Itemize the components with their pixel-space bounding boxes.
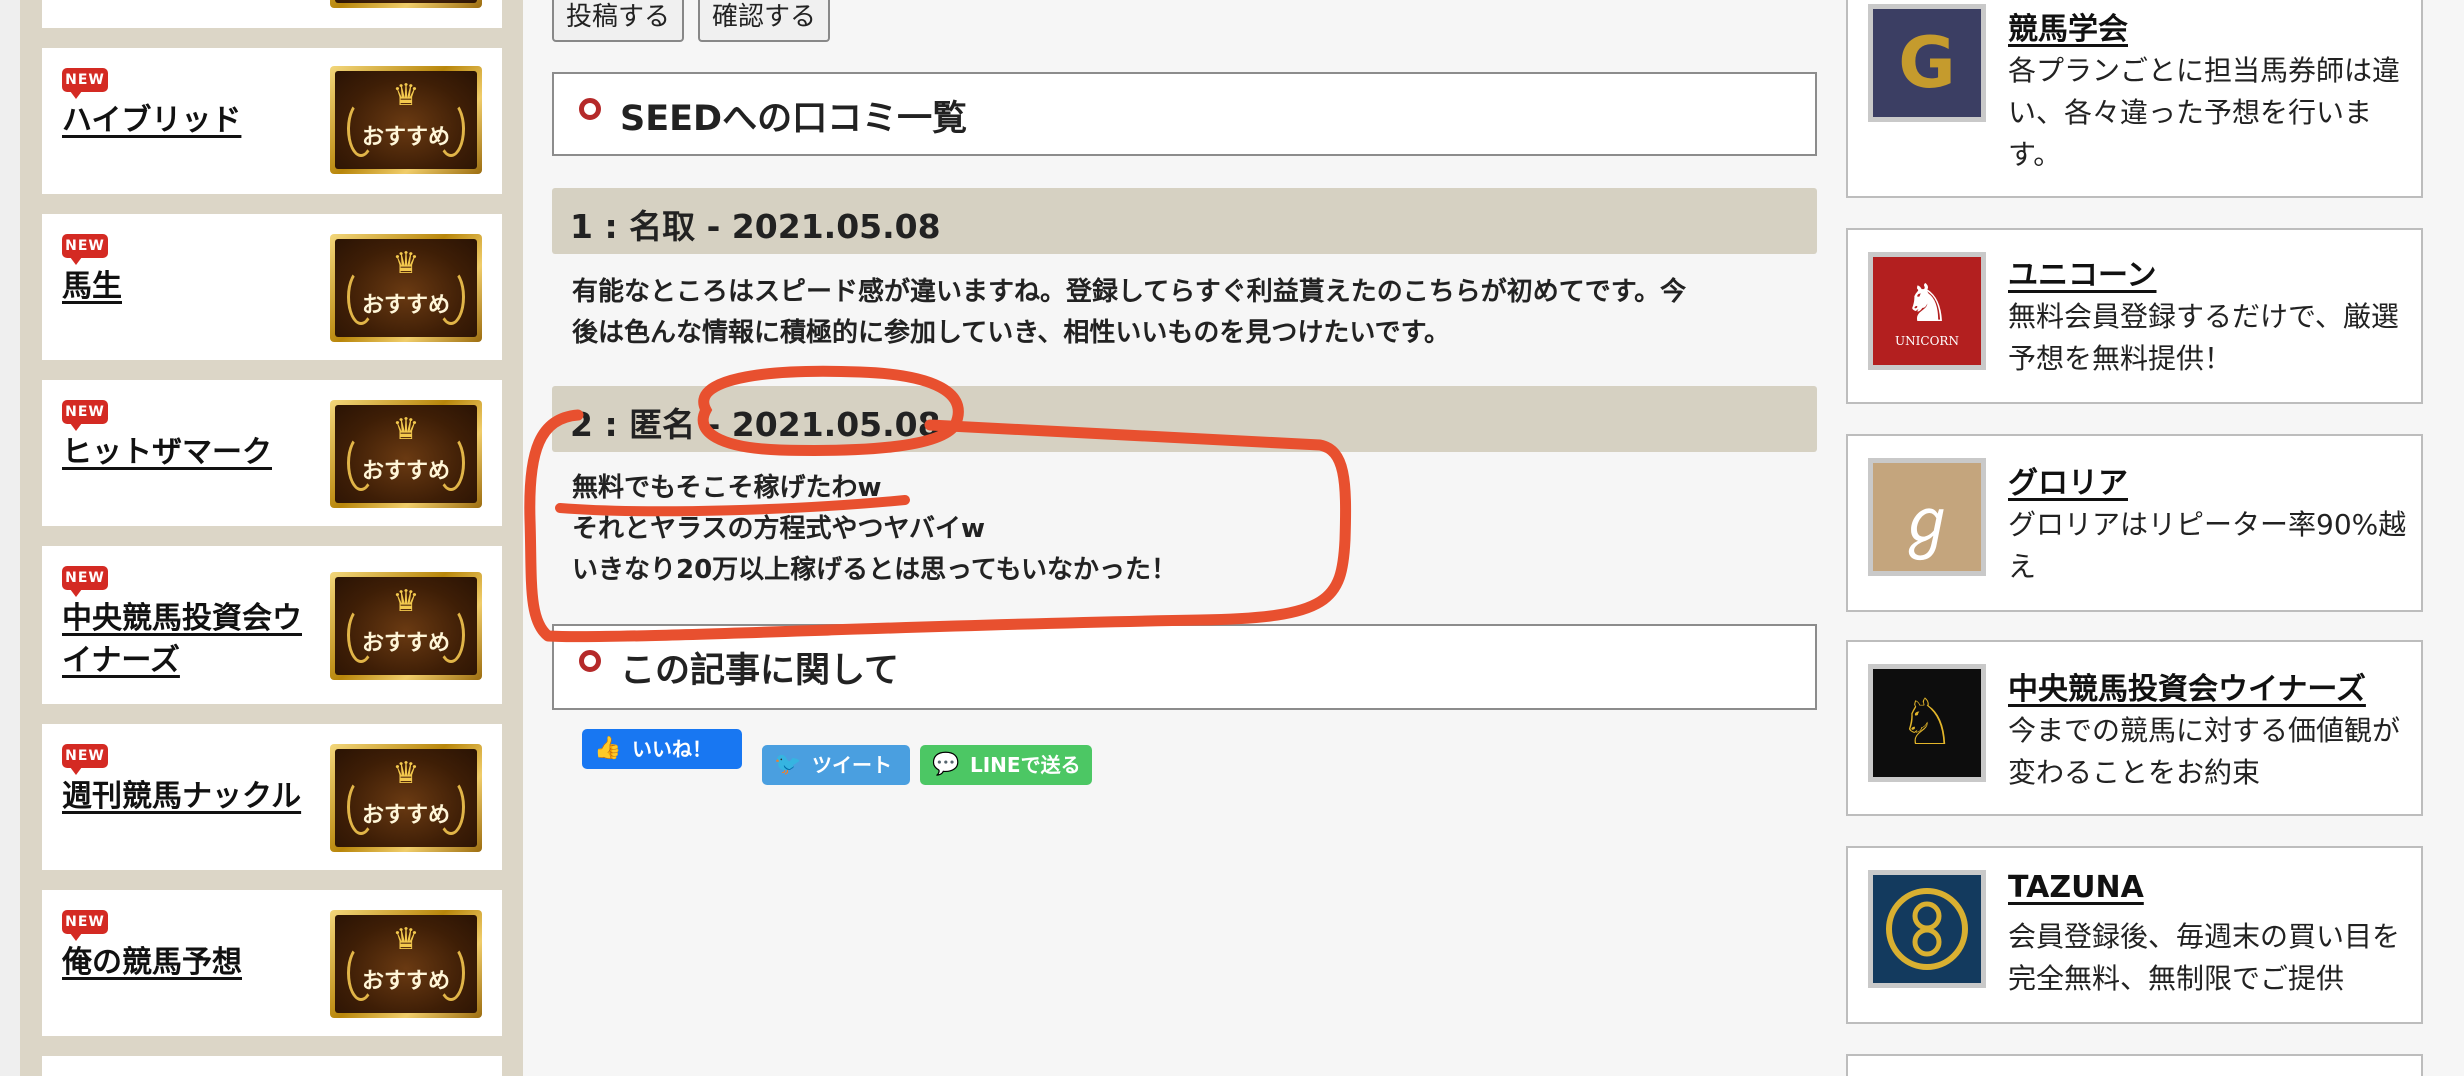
- new-badge: NEW: [62, 744, 108, 775]
- review-body: 有能なところはスピード感が違いますね。登録してらすぐ利益貰えたのこちらが初めてで…: [572, 277, 1687, 348]
- right-item-tazuna[interactable]: TAZUNA 会員登録後、毎週末の買い目を完全無料、無制限でご提供: [1846, 846, 2423, 1024]
- new-badge: NEW: [62, 910, 108, 941]
- sidebar-item-ore-no-keiba[interactable]: NEW 俺の競馬予想 ♛ おすすめ: [42, 890, 502, 1036]
- right-item-partial: [1846, 1054, 2423, 1076]
- recommend-badge[interactable]: ♛ おすすめ: [330, 572, 482, 680]
- sidebar-item-knuckle[interactable]: NEW 週刊競馬ナックル ♛ おすすめ: [42, 724, 502, 870]
- review-header: 2 : 匿名 - 2021.05.08: [552, 386, 1817, 452]
- crown-icon: ♛: [392, 756, 420, 791]
- right-item-winners[interactable]: ♘ 中央競馬投資会ウイナーズ 今までの競馬に対する価値観が変わることをお約束: [1846, 640, 2423, 816]
- ring-icon: [579, 650, 601, 672]
- tazuna-emblem-icon: [1886, 888, 1968, 970]
- right-item-title[interactable]: 競馬学会: [2008, 4, 2128, 48]
- winners-logo[interactable]: ♘: [1868, 664, 1986, 782]
- post-button[interactable]: 投稿する: [552, 0, 685, 42]
- article-section-header: この記事に関して: [552, 624, 1817, 710]
- kg-logo-icon: G: [1898, 22, 1956, 104]
- sidebar-item-winners[interactable]: NEW 中央競馬投資会ウイナーズ ♛ おすすめ: [42, 546, 502, 704]
- line-icon: 💬: [932, 752, 960, 777]
- line-share-button[interactable]: 💬 LINEで送る: [920, 745, 1092, 785]
- right-item-desc: 各プランごとに担当馬券師は違い、各々違った予想を行います。: [2008, 54, 2401, 171]
- right-item-unicorn[interactable]: ♞ UNICORN ユニコーン 無料会員登録するだけで、厳選予想を無料提供！: [1846, 228, 2423, 404]
- twitter-bird-icon: 🐦: [774, 752, 802, 777]
- sidebar-item-label[interactable]: ハイブリッド: [62, 100, 317, 142]
- reviews-title: SEEDへの口コミ一覧: [620, 99, 968, 139]
- recommend-badge[interactable]: ♛ おすすめ: [330, 910, 482, 1018]
- page-left-margin: [0, 0, 20, 1076]
- confirm-button[interactable]: 確認する: [698, 0, 831, 42]
- right-item-title[interactable]: TAZUNA: [2008, 870, 2144, 905]
- crown-icon: ♛: [392, 922, 420, 957]
- crown-icon: ♛: [392, 412, 420, 447]
- sidebar-item-label[interactable]: 俺の競馬予想: [62, 942, 317, 984]
- recommend-badge[interactable]: [330, 0, 482, 8]
- right-item-keiba-gakkai[interactable]: G 競馬学会 各プランごとに担当馬券師は違い、各々違った予想を行います。: [1846, 0, 2423, 198]
- sidebar-item-hit-the-mark[interactable]: NEW ヒットザマーク ♛ おすすめ: [42, 380, 502, 526]
- recommend-badge[interactable]: ♛ おすすめ: [330, 744, 482, 852]
- sidebar-item-label[interactable]: 馬生: [62, 266, 317, 308]
- sidebar-item-label[interactable]: 中央競馬投資会ウイナーズ: [62, 598, 317, 682]
- recommend-badge[interactable]: ♛ おすすめ: [330, 400, 482, 508]
- recommend-badge[interactable]: ♛ おすすめ: [330, 234, 482, 342]
- reviews-section-header: SEEDへの口コミ一覧: [552, 72, 1817, 156]
- crown-icon: ♛: [392, 246, 420, 281]
- recommend-badge[interactable]: ♛ おすすめ: [330, 66, 482, 174]
- sidebar-card-partial: [42, 1056, 502, 1076]
- crown-icon: ♛: [392, 584, 420, 619]
- gloria-logo[interactable]: ℊ: [1868, 458, 1986, 576]
- sidebar-item-label[interactable]: ヒットザマーク: [62, 432, 317, 474]
- gloria-emblem-icon: ℊ: [1895, 486, 1959, 560]
- right-item-gloria[interactable]: ℊ グロリア グロリアはリピーター率90%越え: [1846, 434, 2423, 612]
- right-item-desc: 無料会員登録するだけで、厳選予想を無料提供！: [2008, 300, 2399, 375]
- unicorn-logo[interactable]: ♞ UNICORN: [1868, 252, 1986, 370]
- ring-icon: [579, 98, 601, 120]
- review-header: 1 : 名取 - 2021.05.08: [552, 188, 1817, 254]
- right-item-desc: 会員登録後、毎週末の買い目を完全無料、無制限でご提供: [2008, 920, 2401, 995]
- sidebar-item-label[interactable]: 週刊競馬ナックル: [62, 776, 317, 818]
- crown-icon: ♛: [392, 78, 420, 113]
- thumbs-up-icon: 👍: [594, 736, 622, 761]
- sidebar-item-hybrid[interactable]: NEW ハイブリッド ♛ おすすめ: [42, 48, 502, 194]
- right-item-title[interactable]: グロリア: [2008, 458, 2128, 502]
- review-body: 無料でもそこそ稼げたわw それとヤラスの方程式やつヤバイw いきなり20万以上稼…: [572, 473, 1178, 585]
- horse-head-icon: ♞: [1903, 274, 1951, 334]
- new-badge: NEW: [62, 400, 108, 431]
- new-badge: NEW: [62, 234, 108, 265]
- horse-icon: ♘: [1898, 686, 1956, 760]
- sidebar-card-partial: [42, 0, 502, 28]
- right-item-desc: 今までの競馬に対する価値観が変わることをお約束: [2008, 714, 2401, 789]
- keiba-gakkai-logo[interactable]: G: [1868, 4, 1986, 122]
- sidebar-item-basei[interactable]: NEW 馬生 ♛ おすすめ: [42, 214, 502, 360]
- tazuna-logo[interactable]: [1868, 870, 1986, 988]
- new-badge: NEW: [62, 68, 108, 99]
- left-sidebar: NEW ハイブリッド ♛ おすすめ NEW 馬生 ♛ おすすめ NEW ヒットザマー…: [20, 0, 523, 1076]
- right-item-title[interactable]: 中央競馬投資会ウイナーズ: [2008, 664, 2366, 708]
- like-button[interactable]: 👍 いいね！: [582, 729, 742, 769]
- right-item-title[interactable]: ユニコーン: [2008, 250, 2157, 294]
- right-item-desc: グロリアはリピーター率90%越え: [2008, 508, 2407, 583]
- article-title: この記事に関して: [620, 651, 899, 691]
- new-badge: NEW: [62, 566, 108, 597]
- tweet-button[interactable]: 🐦 ツイート: [762, 745, 910, 785]
